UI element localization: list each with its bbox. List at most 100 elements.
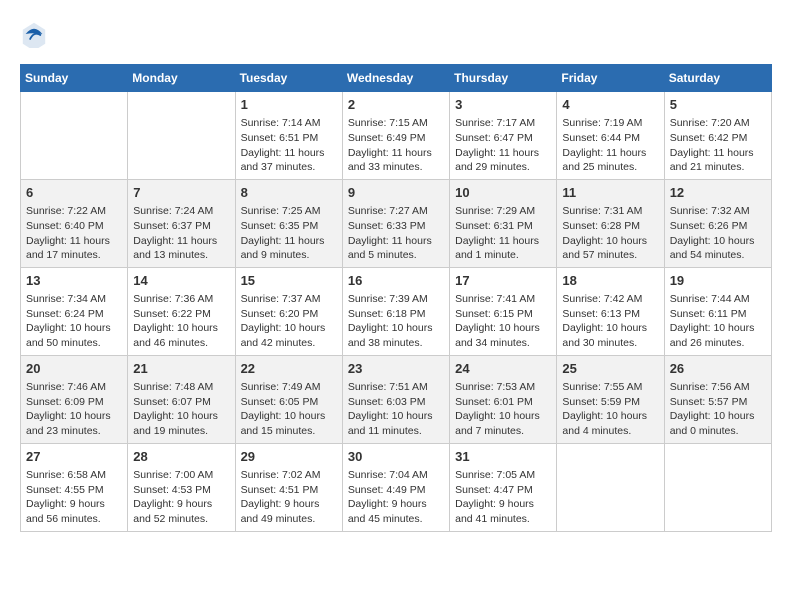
day-number: 8: [241, 184, 337, 202]
calendar-cell: 16 Sunrise: 7:39 AM Sunset: 6:18 PM Dayli…: [342, 267, 449, 355]
calendar-cell: 14 Sunrise: 7:36 AM Sunset: 6:22 PM Dayli…: [128, 267, 235, 355]
day-info: Sunrise: 7:42 AM Sunset: 6:13 PM Dayligh…: [562, 292, 658, 351]
logo: [20, 20, 52, 48]
calendar-cell: 2 Sunrise: 7:15 AM Sunset: 6:49 PM Daylig…: [342, 92, 449, 180]
day-info: Sunrise: 7:15 AM Sunset: 6:49 PM Dayligh…: [348, 116, 444, 175]
day-info: Sunrise: 7:49 AM Sunset: 6:05 PM Dayligh…: [241, 380, 337, 439]
calendar-cell: 1 Sunrise: 7:14 AM Sunset: 6:51 PM Daylig…: [235, 92, 342, 180]
day-info: Sunrise: 7:53 AM Sunset: 6:01 PM Dayligh…: [455, 380, 551, 439]
day-number: 1: [241, 96, 337, 114]
day-number: 21: [133, 360, 229, 378]
day-number: 16: [348, 272, 444, 290]
day-number: 28: [133, 448, 229, 466]
day-number: 19: [670, 272, 766, 290]
header-row: SundayMondayTuesdayWednesdayThursdayFrid…: [21, 65, 772, 92]
day-info: Sunrise: 7:29 AM Sunset: 6:31 PM Dayligh…: [455, 204, 551, 263]
header-wednesday: Wednesday: [342, 65, 449, 92]
day-number: 6: [26, 184, 122, 202]
calendar-cell: 31 Sunrise: 7:05 AM Sunset: 4:47 PM Dayli…: [450, 443, 557, 531]
calendar-cell: 11 Sunrise: 7:31 AM Sunset: 6:28 PM Dayli…: [557, 179, 664, 267]
header-tuesday: Tuesday: [235, 65, 342, 92]
day-number: 11: [562, 184, 658, 202]
day-number: 31: [455, 448, 551, 466]
calendar-cell: 8 Sunrise: 7:25 AM Sunset: 6:35 PM Daylig…: [235, 179, 342, 267]
header-sunday: Sunday: [21, 65, 128, 92]
calendar-cell: 26 Sunrise: 7:56 AM Sunset: 5:57 PM Dayli…: [664, 355, 771, 443]
day-number: 9: [348, 184, 444, 202]
day-info: Sunrise: 7:55 AM Sunset: 5:59 PM Dayligh…: [562, 380, 658, 439]
day-number: 4: [562, 96, 658, 114]
day-info: Sunrise: 7:02 AM Sunset: 4:51 PM Dayligh…: [241, 468, 337, 527]
week-row-4: 20Sunrise: 7:46 AM Sunset: 6:09 PM Dayli…: [21, 355, 772, 443]
calendar-cell: [557, 443, 664, 531]
calendar-cell: 30 Sunrise: 7:04 AM Sunset: 4:49 PM Dayli…: [342, 443, 449, 531]
day-info: Sunrise: 7:31 AM Sunset: 6:28 PM Dayligh…: [562, 204, 658, 263]
calendar-cell: 5 Sunrise: 7:20 AM Sunset: 6:42 PM Daylig…: [664, 92, 771, 180]
calendar-cell: 25 Sunrise: 7:55 AM Sunset: 5:59 PM Dayli…: [557, 355, 664, 443]
calendar-cell: 10 Sunrise: 7:29 AM Sunset: 6:31 PM Dayli…: [450, 179, 557, 267]
calendar-cell: 9 Sunrise: 7:27 AM Sunset: 6:33 PM Daylig…: [342, 179, 449, 267]
day-number: 27: [26, 448, 122, 466]
day-number: 23: [348, 360, 444, 378]
calendar-cell: [664, 443, 771, 531]
calendar-header: SundayMondayTuesdayWednesdayThursdayFrid…: [21, 65, 772, 92]
day-number: 10: [455, 184, 551, 202]
day-number: 18: [562, 272, 658, 290]
calendar-cell: 6Sunrise: 7:22 AM Sunset: 6:40 PM Daylig…: [21, 179, 128, 267]
calendar-cell: 20Sunrise: 7:46 AM Sunset: 6:09 PM Dayli…: [21, 355, 128, 443]
calendar-cell: 18 Sunrise: 7:42 AM Sunset: 6:13 PM Dayli…: [557, 267, 664, 355]
day-info: Sunrise: 7:20 AM Sunset: 6:42 PM Dayligh…: [670, 116, 766, 175]
calendar-cell: 19 Sunrise: 7:44 AM Sunset: 6:11 PM Dayli…: [664, 267, 771, 355]
day-info: Sunrise: 7:19 AM Sunset: 6:44 PM Dayligh…: [562, 116, 658, 175]
calendar-cell: 3 Sunrise: 7:17 AM Sunset: 6:47 PM Daylig…: [450, 92, 557, 180]
day-info: Sunrise: 7:48 AM Sunset: 6:07 PM Dayligh…: [133, 380, 229, 439]
calendar-cell: 7 Sunrise: 7:24 AM Sunset: 6:37 PM Daylig…: [128, 179, 235, 267]
calendar-cell: 21 Sunrise: 7:48 AM Sunset: 6:07 PM Dayli…: [128, 355, 235, 443]
day-number: 14: [133, 272, 229, 290]
day-number: 2: [348, 96, 444, 114]
day-info: Sunrise: 7:04 AM Sunset: 4:49 PM Dayligh…: [348, 468, 444, 527]
day-info: Sunrise: 7:32 AM Sunset: 6:26 PM Dayligh…: [670, 204, 766, 263]
header-friday: Friday: [557, 65, 664, 92]
day-number: 24: [455, 360, 551, 378]
week-row-2: 6Sunrise: 7:22 AM Sunset: 6:40 PM Daylig…: [21, 179, 772, 267]
day-number: 29: [241, 448, 337, 466]
day-info: Sunrise: 7:37 AM Sunset: 6:20 PM Dayligh…: [241, 292, 337, 351]
day-number: 5: [670, 96, 766, 114]
day-info: Sunrise: 7:05 AM Sunset: 4:47 PM Dayligh…: [455, 468, 551, 527]
page-header: [20, 20, 772, 48]
day-number: 30: [348, 448, 444, 466]
day-info: Sunrise: 7:34 AM Sunset: 6:24 PM Dayligh…: [26, 292, 122, 351]
week-row-3: 13Sunrise: 7:34 AM Sunset: 6:24 PM Dayli…: [21, 267, 772, 355]
day-info: Sunrise: 7:39 AM Sunset: 6:18 PM Dayligh…: [348, 292, 444, 351]
day-number: 17: [455, 272, 551, 290]
day-info: Sunrise: 7:56 AM Sunset: 5:57 PM Dayligh…: [670, 380, 766, 439]
day-info: Sunrise: 7:24 AM Sunset: 6:37 PM Dayligh…: [133, 204, 229, 263]
day-info: Sunrise: 7:17 AM Sunset: 6:47 PM Dayligh…: [455, 116, 551, 175]
calendar-cell: [128, 92, 235, 180]
day-info: Sunrise: 7:44 AM Sunset: 6:11 PM Dayligh…: [670, 292, 766, 351]
calendar-cell: 15Sunrise: 7:37 AM Sunset: 6:20 PM Dayli…: [235, 267, 342, 355]
day-number: 20: [26, 360, 122, 378]
logo-icon: [20, 20, 48, 48]
calendar-cell: 17 Sunrise: 7:41 AM Sunset: 6:15 PM Dayli…: [450, 267, 557, 355]
day-number: 26: [670, 360, 766, 378]
calendar-table: SundayMondayTuesdayWednesdayThursdayFrid…: [20, 64, 772, 532]
day-number: 3: [455, 96, 551, 114]
day-number: 7: [133, 184, 229, 202]
calendar-cell: 27Sunrise: 6:58 AM Sunset: 4:55 PM Dayli…: [21, 443, 128, 531]
day-info: Sunrise: 7:36 AM Sunset: 6:22 PM Dayligh…: [133, 292, 229, 351]
day-info: Sunrise: 7:00 AM Sunset: 4:53 PM Dayligh…: [133, 468, 229, 527]
day-info: Sunrise: 7:14 AM Sunset: 6:51 PM Dayligh…: [241, 116, 337, 175]
week-row-1: 1 Sunrise: 7:14 AM Sunset: 6:51 PM Daylig…: [21, 92, 772, 180]
day-info: Sunrise: 7:27 AM Sunset: 6:33 PM Dayligh…: [348, 204, 444, 263]
calendar-cell: 29 Sunrise: 7:02 AM Sunset: 4:51 PM Dayli…: [235, 443, 342, 531]
calendar-body: 1 Sunrise: 7:14 AM Sunset: 6:51 PM Daylig…: [21, 92, 772, 532]
day-number: 25: [562, 360, 658, 378]
week-row-5: 27Sunrise: 6:58 AM Sunset: 4:55 PM Dayli…: [21, 443, 772, 531]
calendar-cell: 23Sunrise: 7:51 AM Sunset: 6:03 PM Dayli…: [342, 355, 449, 443]
day-info: Sunrise: 7:41 AM Sunset: 6:15 PM Dayligh…: [455, 292, 551, 351]
day-number: 22: [241, 360, 337, 378]
day-info: Sunrise: 7:25 AM Sunset: 6:35 PM Dayligh…: [241, 204, 337, 263]
header-saturday: Saturday: [664, 65, 771, 92]
